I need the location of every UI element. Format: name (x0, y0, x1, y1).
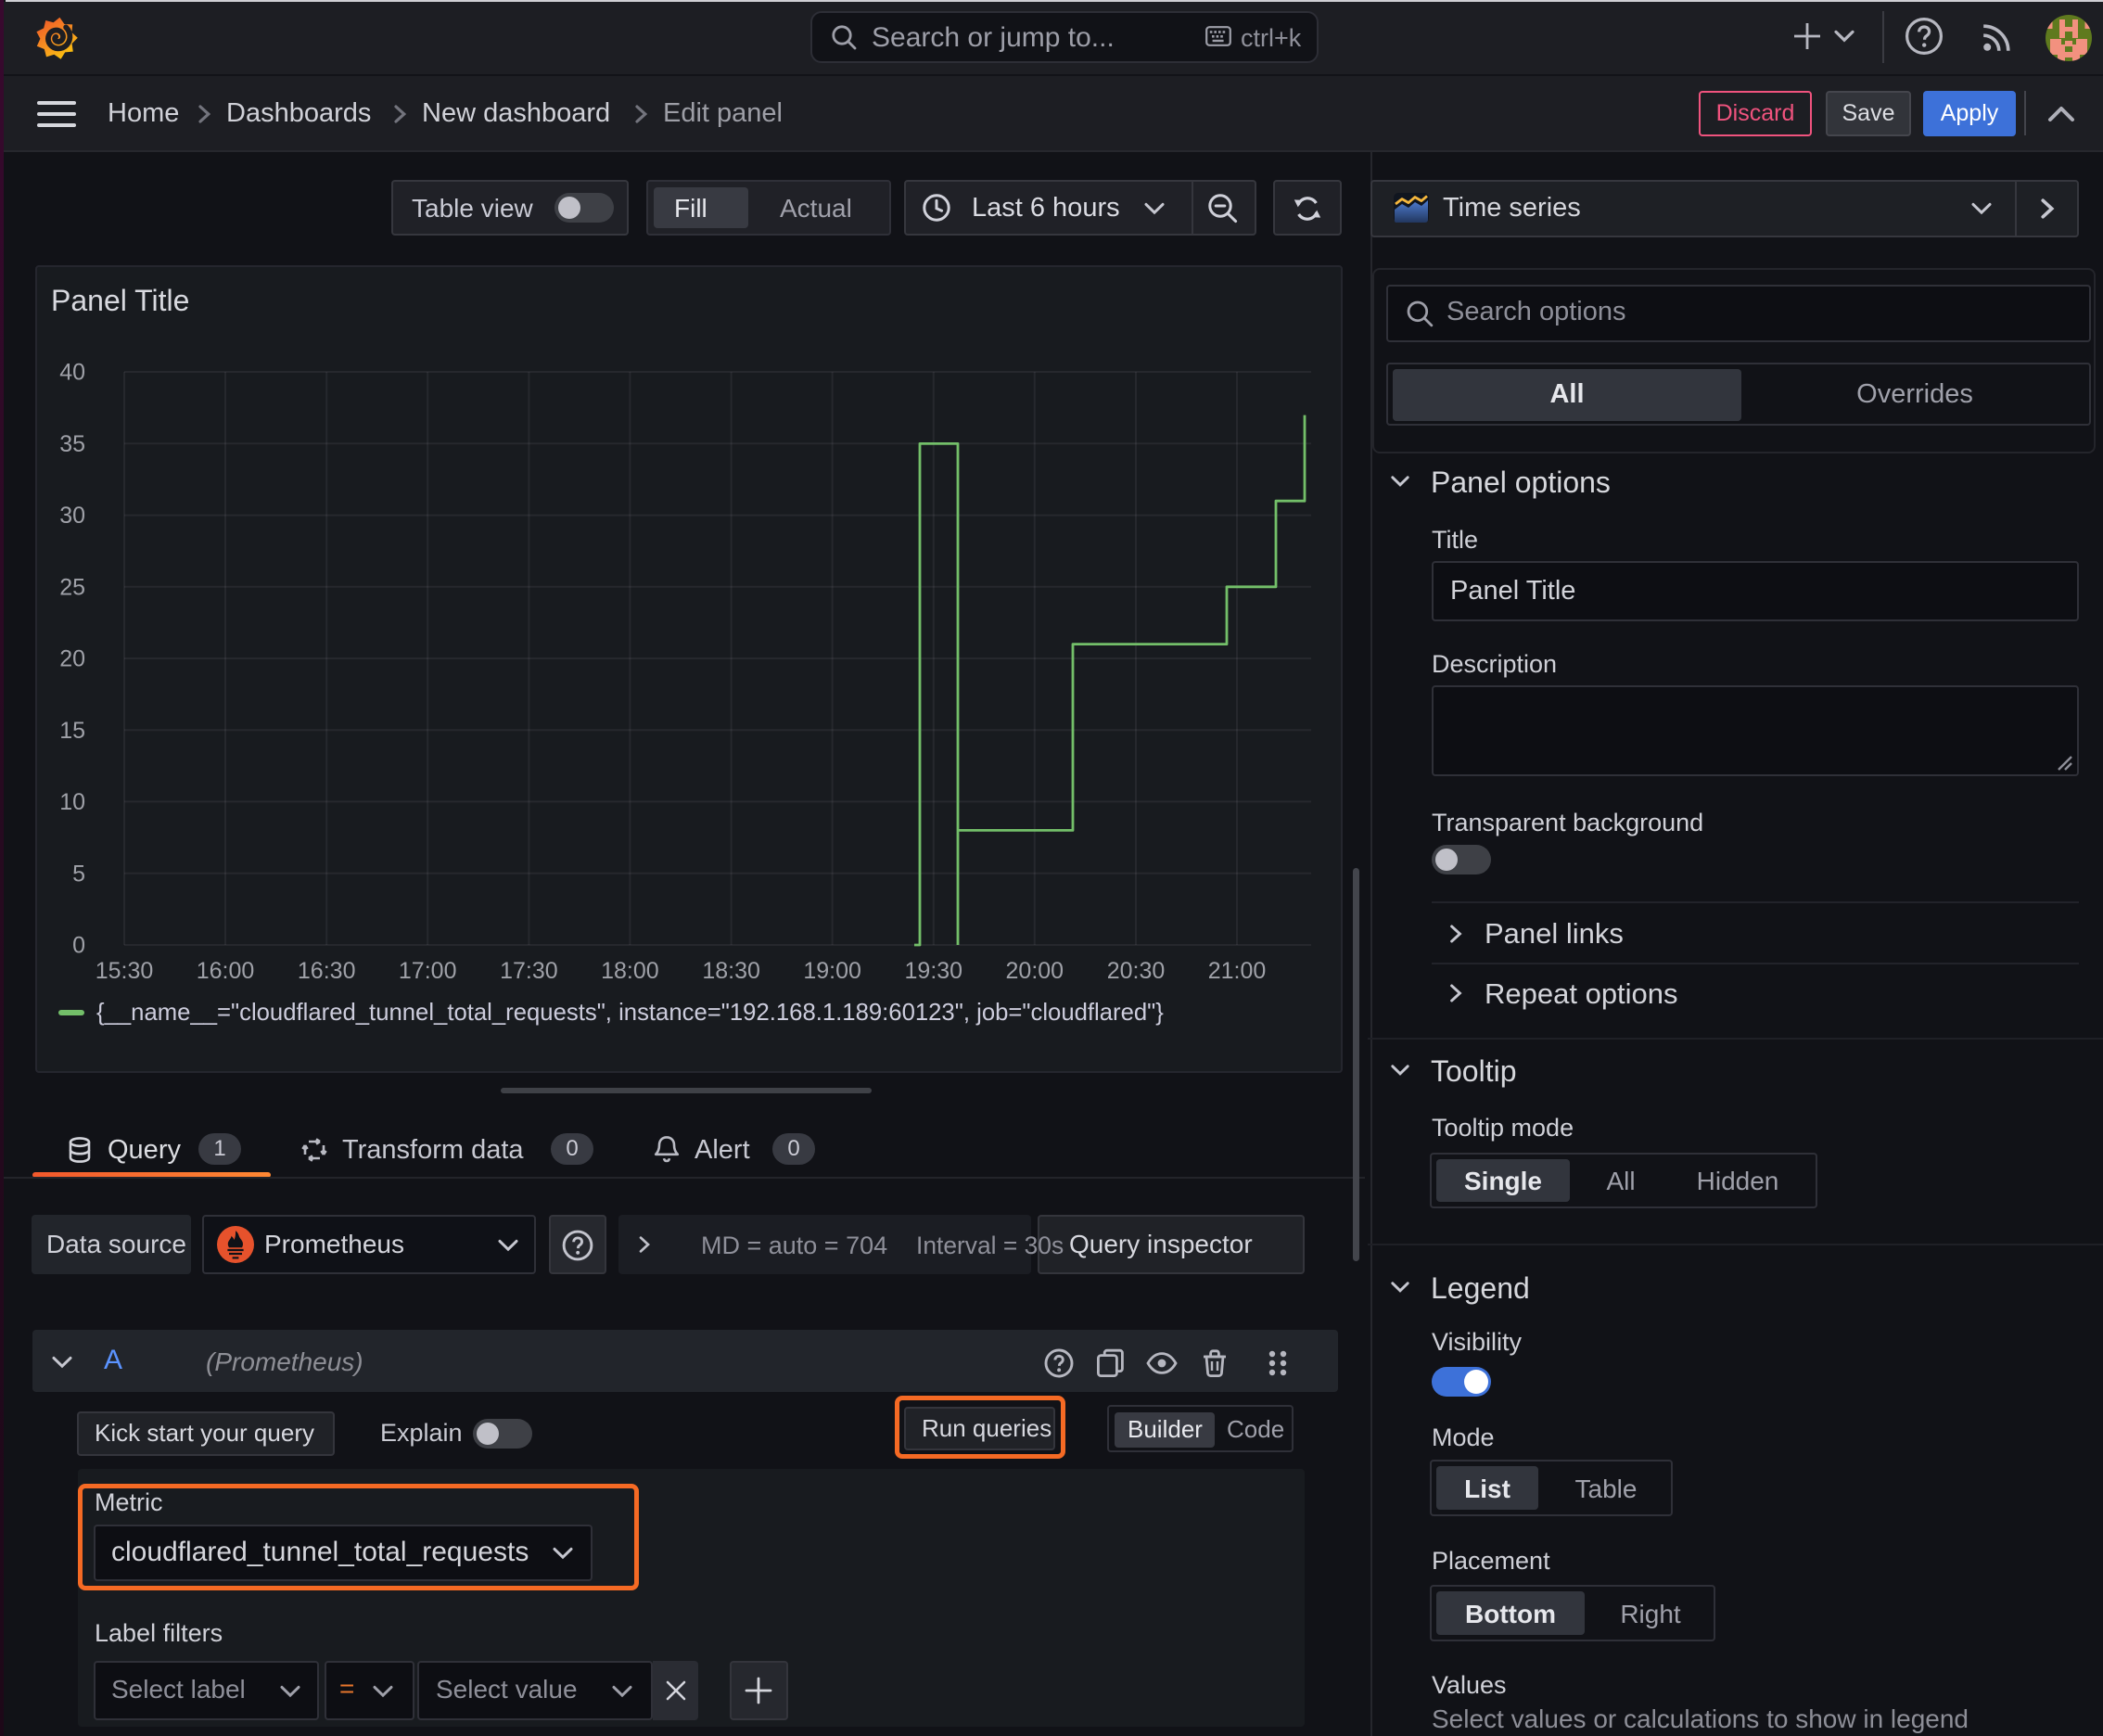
svg-text:18:00: 18:00 (601, 958, 659, 984)
svg-text:30: 30 (59, 503, 85, 529)
svg-text:15: 15 (59, 718, 85, 744)
svg-text:0: 0 (72, 933, 85, 959)
svg-text:16:30: 16:30 (298, 958, 356, 984)
svg-text:19:30: 19:30 (905, 958, 963, 984)
svg-text:35: 35 (59, 431, 85, 457)
svg-text:21:00: 21:00 (1208, 958, 1267, 984)
svg-text:19:00: 19:00 (803, 958, 861, 984)
svg-text:10: 10 (59, 789, 85, 815)
svg-text:20:00: 20:00 (1006, 958, 1064, 984)
svg-text:20: 20 (59, 646, 85, 672)
svg-text:17:00: 17:00 (399, 958, 457, 984)
svg-text:16:00: 16:00 (197, 958, 255, 984)
svg-text:20:30: 20:30 (1107, 958, 1166, 984)
svg-text:40: 40 (59, 360, 85, 386)
svg-text:25: 25 (59, 574, 85, 600)
svg-text:17:30: 17:30 (500, 958, 558, 984)
svg-text:18:30: 18:30 (702, 958, 760, 984)
svg-text:5: 5 (72, 861, 85, 887)
svg-text:15:30: 15:30 (96, 958, 154, 984)
